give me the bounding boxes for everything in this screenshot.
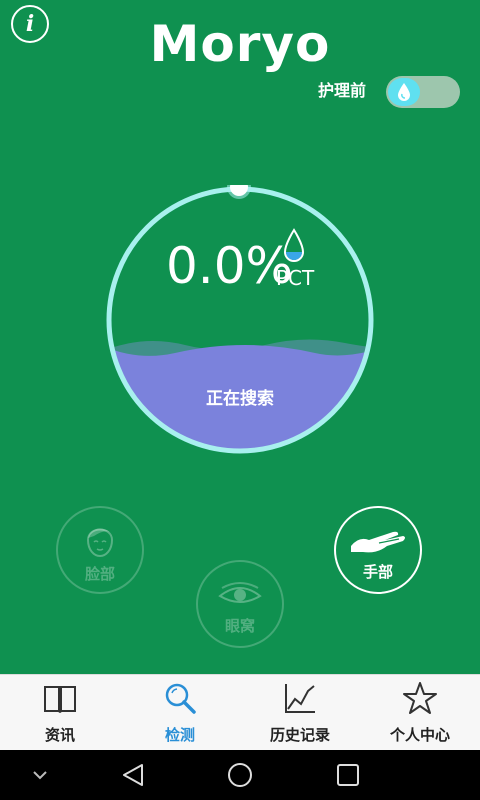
hand-button[interactable]: 手部 — [334, 506, 422, 594]
home-icon[interactable] — [227, 762, 253, 788]
hand-label: 手部 — [362, 563, 393, 581]
nav-label-history: 历史记录 — [269, 726, 330, 744]
nav-item-profile[interactable]: 个人中心 — [360, 675, 480, 751]
gauge-status: 正在搜索 — [206, 389, 274, 409]
chevron-down-icon[interactable] — [30, 768, 50, 782]
eye-label: 眼窝 — [224, 617, 255, 635]
nav-item-news[interactable]: 资讯 — [0, 675, 120, 751]
eye-icon — [218, 582, 262, 603]
face-icon — [86, 528, 114, 558]
nav-item-history[interactable]: 历史记录 — [240, 675, 360, 751]
book-icon — [44, 686, 76, 713]
nav-item-detect[interactable]: 检测 — [120, 675, 240, 751]
app-screen: i Moryo 护理前 0.0% PCT 正在搜索 脸部 眼窝 手部 资讯 检测… — [0, 0, 480, 800]
mode-toggle[interactable] — [386, 76, 460, 108]
face-button[interactable]: 脸部 — [56, 506, 144, 594]
app-logo: Moryo — [149, 15, 331, 73]
star-icon — [403, 682, 437, 714]
eye-button[interactable]: 眼窝 — [196, 560, 284, 648]
back-icon[interactable] — [120, 762, 146, 788]
gauge-value: 0.0% — [166, 237, 294, 295]
recents-icon[interactable] — [336, 763, 360, 787]
chart-icon — [285, 684, 315, 713]
nav-label-detect: 检测 — [164, 726, 195, 744]
mode-label: 护理前 — [318, 81, 367, 100]
nav-label-news: 资讯 — [44, 726, 75, 744]
face-label: 脸部 — [84, 565, 115, 583]
hand-icon — [351, 531, 405, 553]
system-nav-bar — [0, 750, 480, 800]
moisture-gauge — [106, 185, 374, 454]
info-button[interactable]: i — [11, 5, 49, 43]
water-drop-icon — [398, 83, 410, 101]
toggle-knob — [388, 78, 420, 106]
nav-label-profile: 个人中心 — [389, 726, 450, 744]
bottom-nav: 资讯 检测 历史记录 个人中心 — [0, 674, 480, 750]
water-drop-icon — [283, 228, 305, 262]
gauge-unit: PCT — [276, 266, 315, 290]
search-icon — [165, 683, 196, 714]
